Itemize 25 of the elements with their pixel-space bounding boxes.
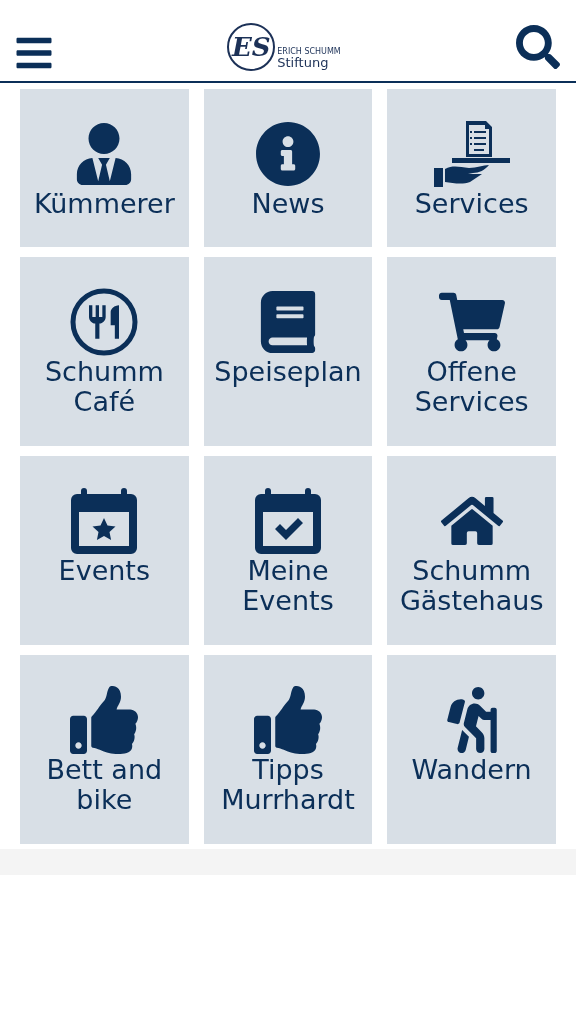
logo-name: Stiftung — [277, 56, 330, 69]
info-icon — [255, 121, 321, 187]
calendar-star-icon — [71, 488, 138, 554]
menu-tile[interactable]: Bett and bike — [20, 655, 189, 844]
search-button[interactable] — [514, 23, 562, 71]
thumbs-up-icon — [70, 686, 139, 754]
menu-tile[interactable]: Speiseplan — [203, 257, 373, 446]
fork-knife-icon — [70, 288, 139, 356]
thumbs-up-icon — [254, 686, 322, 754]
menu-tile[interactable]: Offene Services — [387, 257, 556, 446]
logo-tagline: ERICH SCHUMM — [277, 48, 341, 56]
menu-tile[interactable]: Wandern — [387, 655, 556, 844]
menu-tile[interactable]: Services — [387, 89, 556, 247]
search-icon — [516, 25, 560, 69]
menu-button[interactable] — [14, 37, 54, 69]
menu-tile[interactable]: Meine Events — [203, 456, 373, 645]
menu-tile[interactable]: Schumm Gästehaus — [387, 456, 556, 645]
menu-tile[interactable]: News — [203, 89, 373, 247]
hand-tray-icon — [433, 121, 510, 187]
menu-tile[interactable]: Events — [20, 456, 189, 645]
menu-tile[interactable]: Kümmerer — [20, 89, 189, 247]
logo-mark: ES — [227, 23, 276, 71]
menu-tile[interactable]: Schumm Café — [20, 257, 189, 446]
menu-tile[interactable]: Tipps Murrhardt — [203, 655, 373, 844]
calendar-check-icon — [255, 488, 321, 554]
